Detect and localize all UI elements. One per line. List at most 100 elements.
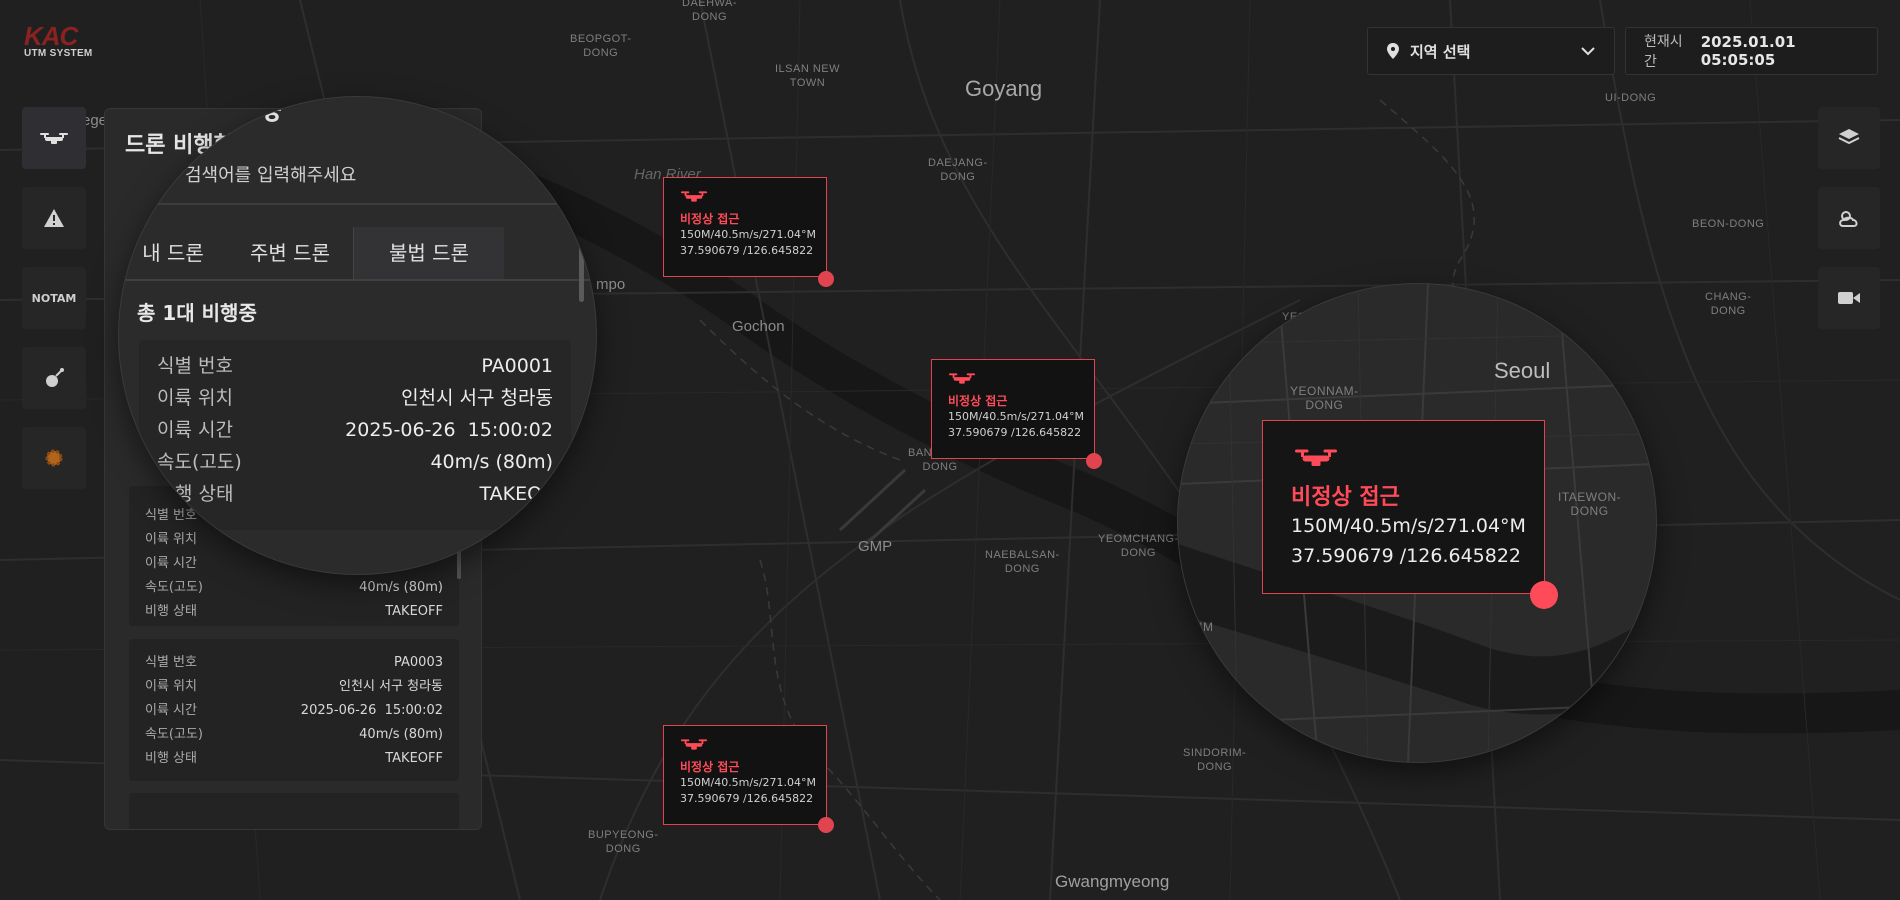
tab-my-drone[interactable]: 내 드론 — [119, 227, 227, 279]
map-label-gmp: GMP — [858, 538, 893, 555]
map-label-yeonnam: YEONNAM- DONG — [1290, 384, 1359, 412]
panel-title-fragment: ㅎ — [259, 98, 285, 131]
drone-card-detail[interactable]: 식별 번호 PA0001 이륙 위치 인천시 서구 청라동 이륙 시간 2025-06… — [139, 340, 571, 530]
field-label: 행 상태 — [175, 483, 234, 505]
field-value: PA0003 — [394, 655, 443, 670]
flight-summary: 총 1대 비행중 — [137, 301, 257, 325]
tabs-divider — [119, 279, 596, 281]
weather-button[interactable] — [1818, 187, 1880, 249]
drone-card[interactable] — [129, 793, 459, 829]
panel-scrollbar[interactable] — [457, 549, 461, 579]
field-label: 식별 번호 — [157, 355, 233, 377]
tab-nearby-drone[interactable]: 주변 드론 — [227, 227, 353, 279]
region-select[interactable]: 지역 선택 — [1367, 27, 1615, 75]
app-logo[interactable]: KAC UTM SYSTEM — [24, 21, 104, 59]
field-value: 40m/s (80m) — [359, 727, 443, 742]
map-label-sindorim: SINDORIM- DONG — [1183, 747, 1247, 773]
field-label: 식별 번호 — [145, 655, 197, 670]
notam-label: NOTAM — [31, 291, 77, 305]
drone-icon — [948, 373, 976, 384]
field-value: TAKEOFF — [385, 604, 443, 619]
field-label: 이륙 위치 — [157, 387, 233, 409]
map-label-ilsan: ILSAN NEW TOWN — [775, 63, 841, 89]
drone-id: PA0001 — [481, 355, 553, 377]
panel-magnifier: ㅎ 검색어를 입력해주세요 내 드론 주변 드론 불법 드론 총 1대 비행중 … — [119, 97, 596, 574]
map-label-itaewon: ITAEWON- DONG — [1558, 490, 1622, 518]
field-value: 2025-06-26 15:00:02 — [300, 703, 443, 718]
drone-icon — [40, 133, 68, 144]
drone-card[interactable]: 식별 번호 PA0003 이륙 위치 인천시 서구 청라동 이륙 시간 2025-06… — [129, 639, 459, 781]
field-value: 40m/s (80m) — [359, 580, 443, 595]
alert-popup-large[interactable]: 비정상 접근 150M/40.5m/s/271.04°M 37.590679 /… — [1262, 420, 1545, 594]
sidebar-item-warning[interactable] — [22, 187, 86, 249]
alert-title: 비정상 접근 — [1291, 485, 1400, 510]
logo-mark: KAC — [24, 21, 78, 51]
search-input[interactable]: 검색어를 입력해주세요 — [119, 147, 596, 199]
current-time-value: 2025.01.01 05:05:05 — [1700, 33, 1796, 69]
tab-illegal-drone[interactable]: 불법 드론 — [353, 227, 504, 279]
field-label: 이륙 시간 — [157, 419, 233, 441]
map-label-beopgot: BEOPGOT- DONG — [570, 33, 632, 59]
region-select-label: 지역 선택 — [1410, 42, 1471, 61]
map-label-changdong: CHANG- DONG — [1705, 291, 1752, 317]
field-label: 이륙 시간 — [145, 556, 197, 571]
sidebar-item-misc[interactable] — [22, 427, 86, 489]
map-label-naebalsan: NAEBALSAN- DONG — [985, 549, 1060, 575]
list-scrollbar[interactable] — [579, 247, 584, 302]
warning-icon — [44, 209, 64, 227]
field-value: 인천시 서구 청라동 — [339, 679, 443, 694]
alert-telemetry: 150M/40.5m/s/271.04°M — [1291, 515, 1526, 537]
field-label: 비행 상태 — [145, 751, 197, 766]
layers-icon — [1838, 129, 1860, 145]
map-label-uidong: UI-DONG — [1605, 92, 1657, 104]
drone-time: 2025-06-26 15:00:02 — [345, 419, 553, 441]
field-label: 속도(고도) — [157, 451, 242, 473]
gear-icon — [45, 449, 63, 467]
drone-marker[interactable] — [818, 817, 834, 833]
field-label: 속도(고도) — [145, 580, 203, 595]
drone-icon — [1295, 449, 1337, 466]
logo-subtitle: UTM SYSTEM — [24, 48, 93, 59]
map-label-gochon: Gochon — [732, 318, 785, 335]
alert-popup[interactable]: 비정상 접근 150M/40.5m/s/271.04°M 37.590679 /… — [663, 177, 827, 277]
camera-button[interactable] — [1818, 267, 1880, 329]
alert-popup[interactable]: 비정상 접근 150M/40.5m/s/271.04°M 37.590679 /… — [663, 725, 827, 825]
map-label-daejang: DAEJANG- DONG — [928, 157, 988, 183]
current-time: 현재시간 2025.01.01 05:05:05 — [1625, 27, 1878, 75]
alert-telemetry: 150M/40.5m/s/271.04°M — [948, 410, 1085, 423]
alert-title: 비정상 접근 — [680, 760, 740, 774]
alert-telemetry: 150M/40.5m/s/271.04°M — [680, 776, 817, 789]
field-label: 이륙 시간 — [145, 703, 197, 718]
sidebar-item-weapon[interactable] — [22, 347, 86, 409]
weather-icon — [1839, 211, 1858, 227]
map-label-daehwa: DAEHWA- DONG — [682, 0, 738, 23]
drone-marker[interactable] — [1530, 581, 1558, 609]
search-placeholder: 검색어를 입력해주세요 — [185, 165, 357, 186]
map-label-beondong: BEON-DONG — [1692, 218, 1765, 230]
drone-icon — [680, 739, 708, 750]
drone-icon — [680, 191, 708, 202]
alert-coordinates: 37.590679 /126.645822 — [680, 792, 814, 805]
field-label: 비행 상태 — [145, 604, 197, 619]
alert-title: 비정상 접근 — [948, 394, 1008, 408]
drone-marker[interactable] — [818, 271, 834, 287]
alert-title: 비정상 접근 — [680, 212, 740, 226]
sidebar-item-notam[interactable]: NOTAM — [22, 267, 86, 329]
alert-telemetry: 150M/40.5m/s/271.04°M — [680, 228, 817, 241]
sidebar-item-drone[interactable] — [22, 107, 86, 169]
layers-button[interactable] — [1818, 107, 1880, 169]
map-label-gwangmyeong: Gwangmyeong — [1055, 872, 1170, 891]
alert-coordinates: 37.590679 /126.645822 — [680, 244, 814, 257]
field-value: TAKEOFF — [385, 751, 443, 766]
map-label-yeomchang: YEOMCHANG- DONG — [1098, 533, 1179, 559]
alert-coordinates: 37.590679 /126.645822 — [948, 426, 1082, 439]
drone-marker[interactable] — [1086, 453, 1102, 469]
drone-speed: 40m/s (80m) — [430, 451, 553, 473]
search-underline — [119, 203, 596, 205]
alert-popup[interactable]: 비정상 접근 150M/40.5m/s/271.04°M 37.590679 /… — [931, 359, 1095, 459]
map-label-rim: RIM — [1190, 620, 1214, 634]
drone-location: 인천시 서구 청라동 — [401, 387, 553, 409]
field-label: 속도(고도) — [145, 727, 203, 742]
drone-status: TAKEOF — [479, 483, 553, 505]
map-label-seoul: Seoul — [1494, 358, 1551, 383]
